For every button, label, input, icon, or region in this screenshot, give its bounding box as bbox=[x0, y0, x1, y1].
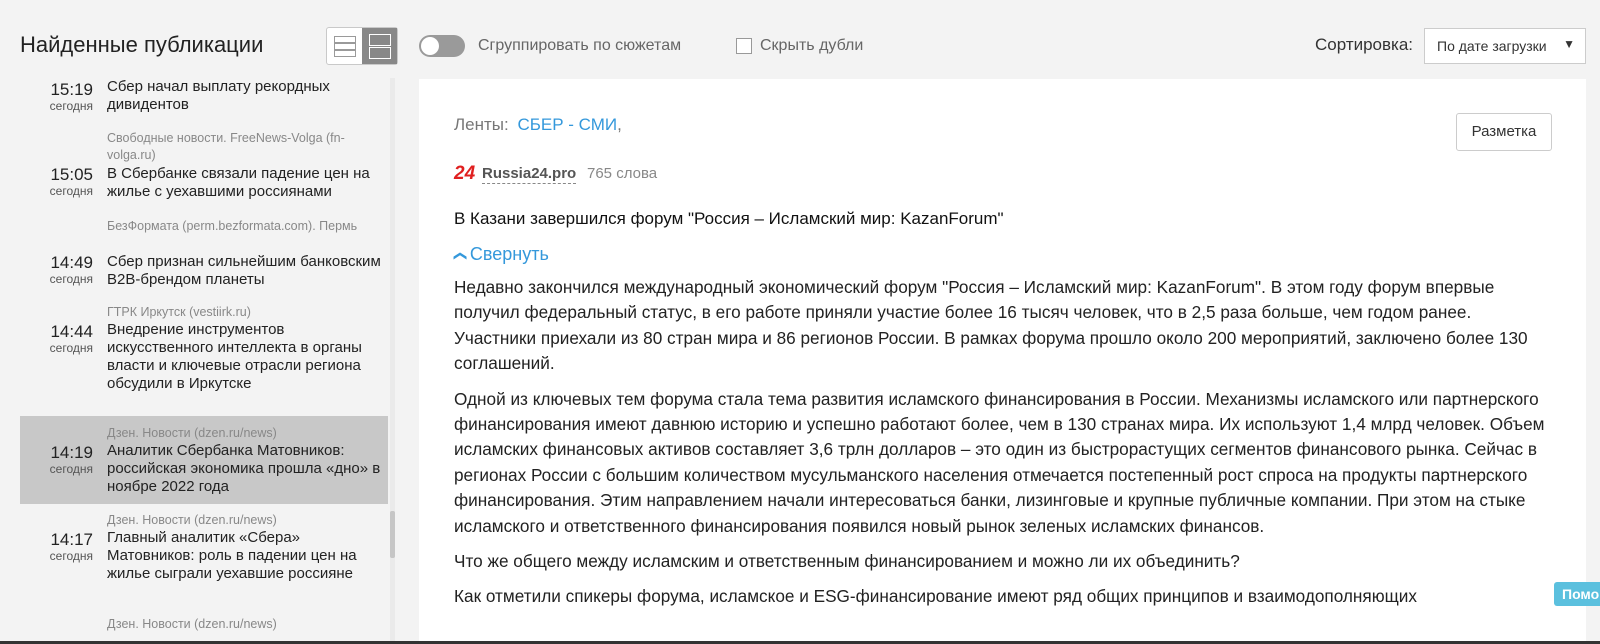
news-item[interactable]: Свободные новости. FreeNews-Volga (fn-vo… bbox=[20, 130, 388, 216]
item-title: Сбер признан сильнейшим банковским B2B-б… bbox=[107, 253, 381, 288]
item-time: 15:05 bbox=[50, 165, 93, 184]
toggle-knob bbox=[421, 37, 439, 55]
split-view-button[interactable] bbox=[362, 28, 397, 64]
sort-select[interactable]: По дате загрузки ▼ bbox=[1424, 28, 1586, 64]
markup-button[interactable]: Разметка bbox=[1456, 113, 1552, 151]
item-time: 14:44 bbox=[50, 322, 93, 341]
item-time: 15:19 bbox=[50, 80, 93, 99]
item-source: ГТРК Иркутск (vestiirk.ru) bbox=[107, 305, 251, 319]
list-view-icon-bar bbox=[334, 43, 356, 50]
article-paragraph: Недавно закончился международный экономи… bbox=[454, 277, 1528, 374]
item-day: сегодня bbox=[49, 341, 93, 355]
group-by-story-toggle[interactable] bbox=[419, 35, 465, 57]
help-button[interactable]: Помощь bbox=[1554, 582, 1600, 606]
list-view-icon-bar bbox=[334, 50, 356, 57]
item-day: сегодня bbox=[49, 99, 93, 113]
article-panel: Ленты: СБЕР - СМИ, Разметка 24 Russia24.… bbox=[419, 79, 1586, 644]
group-by-story-label[interactable]: Сгруппировать по сюжетам bbox=[478, 37, 681, 55]
feeds: Ленты: СБЕР - СМИ, bbox=[454, 115, 622, 135]
item-source: Дзен. Новости (dzen.ru/news) bbox=[107, 513, 277, 527]
split-view-icon bbox=[369, 34, 391, 46]
article-paragraph: Как отметили спикеры форума, исламское и… bbox=[454, 586, 1417, 607]
article-body: Недавно закончился международный экономи… bbox=[454, 275, 1549, 620]
page-title: Найденные публикации bbox=[20, 32, 264, 57]
item-title: Главный аналитик «Сбера» Матовников: рол… bbox=[107, 529, 357, 582]
chevron-up-icon: ❯ bbox=[451, 250, 467, 262]
item-source: Дзен. Новости (dzen.ru/news) bbox=[107, 617, 277, 631]
sort-select-value: По дате загрузки bbox=[1437, 38, 1547, 54]
news-item[interactable]: БезФормата (perm.bezformata.com). Пермь … bbox=[20, 218, 388, 304]
view-switch bbox=[326, 27, 398, 65]
source-name-link[interactable]: Russia24.pro bbox=[482, 165, 577, 184]
hide-duplicates-checkbox[interactable] bbox=[736, 38, 752, 54]
news-item[interactable]: Дзен. Новости (dzen.ru/news) bbox=[20, 616, 388, 644]
caret-down-icon: ▼ bbox=[1563, 37, 1575, 51]
item-title: Аналитик Сбербанка Матовников: российска… bbox=[107, 442, 381, 495]
feed-link[interactable]: СБЕР - СМИ bbox=[517, 115, 617, 134]
source-logo: 24 bbox=[454, 163, 476, 184]
news-list: 15:19 сегодня Сбер начал выплату рекордн… bbox=[20, 78, 388, 644]
item-source: Свободные новости. FreeNews-Volga (fn-vo… bbox=[107, 131, 345, 162]
news-item[interactable]: 15:19 сегодня Сбер начал выплату рекордн… bbox=[20, 78, 388, 128]
feed-separator: , bbox=[617, 115, 622, 134]
item-day: сегодня bbox=[49, 272, 93, 286]
sort-label: Сортировка: bbox=[1315, 35, 1414, 54]
item-day: сегодня bbox=[49, 462, 93, 476]
app: { "toolbar": { "title": "Найденные публи… bbox=[0, 0, 1600, 644]
item-time: 14:17 bbox=[50, 530, 93, 549]
item-source: Дзен. Новости (dzen.ru/news) bbox=[107, 426, 277, 440]
item-time: 14:49 bbox=[50, 253, 93, 272]
item-title: Внедрение инструментов искусственного ин… bbox=[107, 321, 362, 392]
collapse-label: Свернуть bbox=[469, 244, 549, 264]
list-view-button[interactable] bbox=[327, 28, 362, 64]
word-count: 765 слова bbox=[587, 165, 658, 182]
toolbar: Найденные публикации Сгруппировать по сю… bbox=[0, 0, 1600, 78]
news-item[interactable]: Дзен. Новости (dzen.ru/news) 14:17 сегод… bbox=[20, 512, 388, 604]
news-list-scroll-thumb[interactable] bbox=[390, 511, 395, 558]
split-view-icon-bar bbox=[369, 47, 391, 59]
item-time: 14:19 bbox=[50, 443, 93, 462]
list-view-icon bbox=[334, 36, 356, 43]
hide-duplicates-label[interactable]: Скрыть дубли bbox=[760, 37, 863, 55]
feeds-label: Ленты: bbox=[454, 115, 509, 134]
item-source: БезФормата (perm.bezformata.com). Пермь bbox=[107, 219, 358, 233]
news-list-scrollbar[interactable] bbox=[390, 78, 395, 644]
item-day: сегодня bbox=[49, 549, 93, 563]
item-title: Сбер начал выплату рекордных дивидентов bbox=[107, 78, 330, 113]
news-item[interactable]: ГТРК Иркутск (vestiirk.ru) 14:44 сегодня… bbox=[20, 304, 388, 412]
article-paragraph: Одной из ключевых тем форума стала тема … bbox=[454, 388, 1545, 536]
collapse-link[interactable]: ❯ Свернуть bbox=[451, 244, 549, 265]
item-title: В Сбербанке связали падение цен на жилье… bbox=[107, 165, 370, 200]
article-paragraph: Что же общего между исламским и ответств… bbox=[454, 551, 1240, 572]
article-title: В Казани завершился форум "Россия – Исла… bbox=[454, 209, 1004, 228]
news-item-selected[interactable]: Дзен. Новости (dzen.ru/news) 14:19 сегод… bbox=[20, 416, 388, 504]
item-day: сегодня bbox=[49, 184, 93, 198]
